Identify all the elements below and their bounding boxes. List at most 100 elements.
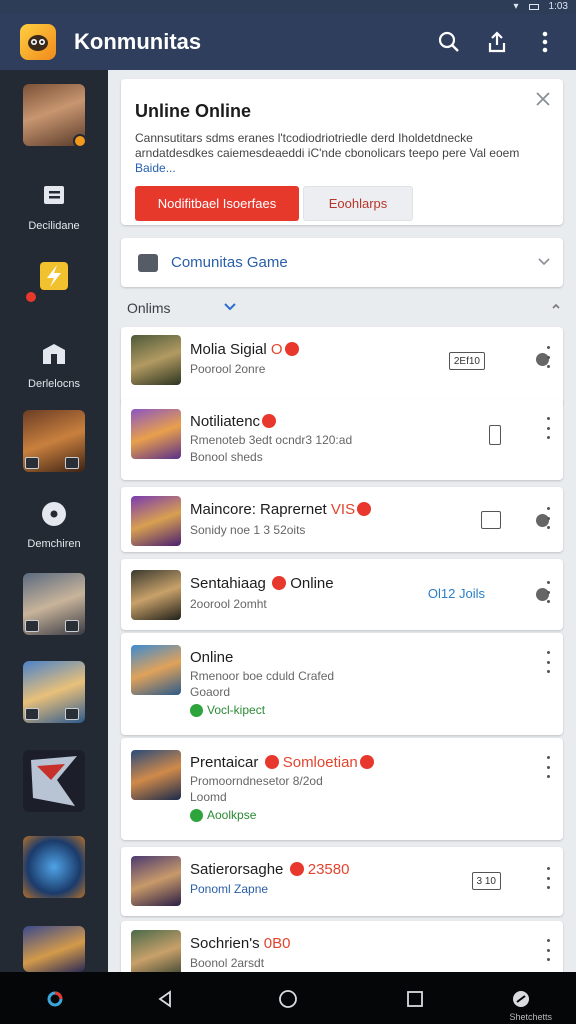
sidebar-item-game-a[interactable] (0, 410, 108, 472)
item-subtitle: 2oorool 2omht (190, 597, 267, 611)
sidebar-item-downloads[interactable]: Derlelocns (0, 336, 108, 390)
game-thumbnail (131, 570, 181, 620)
lightning-icon (24, 258, 72, 304)
avatar (23, 84, 87, 148)
item-subtitle: Goaord (190, 685, 231, 699)
section-label: Onlims (127, 300, 171, 316)
sidebar-item-game-b[interactable] (0, 573, 108, 635)
home-icon[interactable] (275, 986, 301, 1012)
sidebar-item-alerts[interactable] (0, 258, 108, 304)
more-vert-icon[interactable] (541, 651, 555, 673)
primary-action-button[interactable]: Nodifitbael Isoerfaes (135, 186, 299, 221)
community-group-row[interactable]: Comunitas Game (121, 238, 563, 287)
item-subtitle: Rmenoteb 3edt ocndr3 120:ad (190, 433, 353, 447)
sidebar-item-record[interactable]: Demchiren (0, 496, 108, 550)
game-thumbnail (131, 750, 181, 800)
back-icon[interactable] (152, 986, 178, 1012)
item-title-text: Maincore: Raprernet (190, 501, 327, 518)
item-title-text: Molia Sigial (190, 341, 267, 358)
list-item[interactable]: Sentahiaag Online 2oorool 2omht Ol12 Joi… (121, 559, 563, 630)
list-item[interactable]: Maincore: Raprernet VIS Sonidy noe 1 3 5… (121, 487, 563, 552)
section-header: Onlims (127, 300, 563, 318)
item-title: Sentahiaag Online (190, 575, 334, 592)
app-bar: Konmunitas (0, 14, 576, 70)
sidebar-item-game-e[interactable] (0, 836, 108, 898)
system-nav-bar: Shetchetts (0, 972, 576, 1024)
status-bar: ▾ 1:03 (0, 0, 576, 14)
item-title-accent: 0B0 (263, 935, 291, 952)
verified-status: Vocl-kipect (190, 703, 265, 717)
sidebar-item-game-f[interactable] (0, 926, 108, 972)
sidebar-item-game-c[interactable] (0, 661, 108, 723)
verified-status: Aoolkpse (190, 808, 256, 822)
item-subtitle: Boonol 2arsdt (190, 956, 265, 970)
assistant-icon[interactable] (42, 986, 68, 1012)
alert-badge-icon (359, 755, 374, 769)
app-title: Konmunitas (74, 29, 202, 54)
item-title: Sochrien's 0B0 (190, 935, 290, 952)
game-thumbnail (23, 573, 85, 635)
item-title-text: Prentaicar (190, 754, 259, 771)
verified-label: Vocl-kipect (207, 703, 266, 717)
alert-badge-icon (289, 862, 304, 876)
more-vert-icon[interactable] (541, 507, 555, 529)
shortcuts-icon[interactable] (508, 986, 534, 1012)
app-logo-icon[interactable] (20, 24, 56, 60)
close-icon[interactable] (533, 89, 553, 109)
item-title: Online (190, 649, 234, 666)
sidebar-item-profile[interactable] (0, 84, 108, 148)
item-subtitle: Ponoml Zapne (190, 882, 269, 896)
item-subtitle: Loomd (190, 790, 227, 804)
item-title-accent: Somloetian (282, 754, 358, 771)
item-title-accent: 23580 (307, 861, 350, 878)
wifi-icon: ▾ (513, 1, 519, 12)
banner-body: Cannsutitars sdms eranes l'tcodiodriotri… (135, 131, 535, 176)
more-vert-icon[interactable] (541, 867, 555, 889)
game-thumbnail (131, 335, 181, 385)
secondary-action-button[interactable]: Eoohlarps (303, 186, 413, 221)
online-status: Ol12 Joils (427, 586, 485, 601)
alert-badge-icon (272, 576, 287, 590)
check-circle-icon (190, 808, 203, 822)
item-subtitle: Sonidy noe 1 3 52oits (190, 523, 306, 537)
item-title-text: Sochrien's (190, 935, 260, 952)
list-item[interactable]: Satierorsaghe 23580 Ponoml Zapne 3 10 (121, 847, 563, 916)
more-vert-icon[interactable] (532, 24, 558, 60)
clock: 1:03 (548, 1, 568, 12)
recents-icon[interactable] (402, 986, 428, 1012)
collapse-icon[interactable] (549, 300, 563, 314)
item-subtitle: Promoorndnesetor 8/2od (190, 774, 323, 788)
chevron-down-icon[interactable] (535, 252, 553, 270)
more-vert-icon[interactable] (541, 756, 555, 778)
sidebar-item-dashboard[interactable]: Decilidane (0, 178, 108, 232)
item-title: Satierorsaghe 23580 (190, 861, 349, 878)
status-chip: 3 10 (471, 872, 501, 890)
sidebar-item-game-d[interactable] (0, 750, 108, 812)
list-item[interactable]: Molia Sigial O Poorool 2onre 2Ef10 (121, 327, 563, 406)
alert-badge-icon (284, 342, 299, 356)
shortcuts-label: Shetchetts (509, 1012, 552, 1022)
more-vert-icon[interactable] (541, 939, 555, 961)
list-item[interactable]: Online Rmenoor boe cduld Crafed Goaord V… (121, 633, 563, 735)
item-title: Molia Sigial O (190, 341, 299, 358)
more-vert-icon[interactable] (541, 346, 555, 368)
item-title: Prentaicar Somloetian (190, 754, 374, 771)
item-subtitle: Poorool 2onre (190, 362, 266, 376)
item-title-accent: O (270, 341, 283, 358)
alert-badge-icon (264, 755, 279, 769)
game-folder-icon (138, 254, 158, 272)
item-title-suffix: Online (290, 575, 334, 592)
edit-icon[interactable] (481, 511, 501, 529)
game-thumbnail (131, 409, 181, 459)
sidebar: Decilidane Derlelocns Demchiren (0, 70, 108, 972)
check-circle-icon (190, 703, 203, 717)
more-vert-icon[interactable] (541, 417, 555, 439)
search-icon[interactable] (436, 24, 462, 60)
dropdown-arrow-icon[interactable] (223, 300, 237, 314)
game-thumbnail (131, 496, 181, 546)
share-icon[interactable] (484, 24, 510, 60)
list-item[interactable]: Prentaicar Somloetian Promoorndnesetor 8… (121, 738, 563, 840)
more-vert-icon[interactable] (541, 581, 555, 603)
banner-link[interactable]: Baide... (135, 161, 176, 175)
list-item[interactable]: Notiliatenc Rmenoteb 3edt ocndr3 120:ad … (121, 399, 563, 480)
